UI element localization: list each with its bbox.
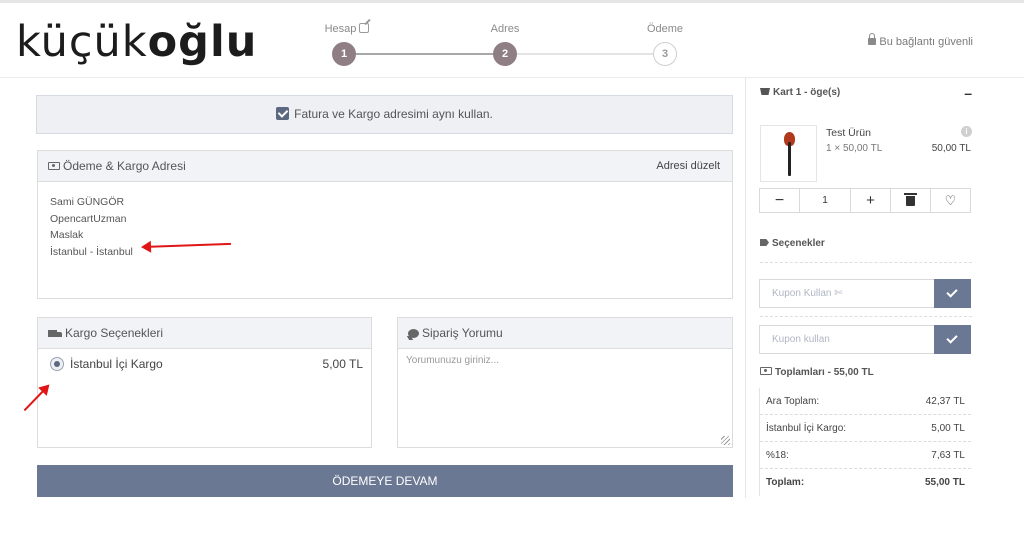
shipping-price: 5,00 TL [322,357,363,371]
radio-selected-icon[interactable] [50,357,64,371]
product-total: 50,00 TL [931,143,971,154]
comment-icon [408,329,419,338]
order-comment-header: Sipariş Yorumu [398,318,732,349]
checkout-header: küçükoğlu Hesap 1 Adres 2 Ödeme 3 Bu bağ… [0,3,1024,78]
totals-row-grand: Toplam: 55,00 TL [766,477,965,488]
order-comment-panel: Sipariş Yorumu [397,317,733,448]
coupon-form [759,279,971,308]
step-remaining-line [504,53,664,55]
step-number: 3 [653,42,677,66]
info-icon[interactable]: i [961,126,972,137]
continue-to-payment-button[interactable]: ÖDEMEYE DEVAM [37,465,733,497]
edit-address-link[interactable]: Adresi düzelt [656,151,720,182]
cart-icon [760,88,770,95]
coupon-input[interactable] [759,279,934,308]
lock-icon [868,33,877,45]
divider [760,316,972,317]
apply-voucher-button[interactable] [934,325,971,354]
address-panel-header: Ödeme & Kargo Adresi Adresi düzelt [38,151,732,182]
totals-row: Ara Toplam: 42,37 TL [760,388,971,415]
shipping-option[interactable]: İstanbul İçi Kargo 5,00 TL [38,349,371,379]
totals-row: İstanbul İçi Kargo: 5,00 TL [760,415,971,442]
order-comment-input[interactable] [398,349,732,446]
money-icon [760,367,772,375]
address-line: Maslak [50,229,84,241]
product-qty-price: 1 × 50,00 TL [826,143,883,154]
same-address-toggle[interactable]: Fatura ve Kargo adresimi aynı kullan. [36,95,733,134]
heart-icon: ♡ [944,193,957,208]
step-number: 2 [493,42,517,66]
options-header: Seçenekler [760,238,825,249]
step-address[interactable]: Adres 2 [482,21,528,66]
address-line: Sami GÜNGÖR [50,196,125,208]
decrease-quantity-button[interactable]: − [760,189,800,212]
divider [760,262,972,263]
step-progress-line [344,53,504,55]
step-account[interactable]: Hesap 1 [322,21,372,66]
address-panel: Ödeme & Kargo Adresi Adresi düzelt Sami … [37,150,733,299]
shipping-panel: Kargo Seçenekleri İstanbul İçi Kargo 5,0… [37,317,372,448]
step-payment: Ödeme 3 [642,21,688,66]
totals-table: Ara Toplam: 42,37 TL İstanbul İçi Kargo: 5… [759,388,971,496]
shipping-panel-header: Kargo Seçenekleri [38,318,371,349]
voucher-form [759,325,971,354]
quantity-stepper: − 1 + ♡ [759,188,971,213]
apply-coupon-button[interactable] [934,279,971,308]
address-line: OpencartUzman [50,212,127,225]
wishlist-button[interactable]: ♡ [931,189,970,212]
checkbox-checked-icon[interactable] [276,107,290,120]
remove-item-button[interactable] [891,189,931,212]
checkout-steps: Hesap 1 Adres 2 Ödeme 3 [322,3,702,78]
totals-header: Toplamları - 55,00 TL [760,367,874,378]
product-name[interactable]: Test Ürün [826,127,871,139]
quantity-value[interactable]: 1 [800,189,851,212]
voucher-input[interactable] [759,325,934,354]
brand-logo[interactable]: küçükoğlu [16,17,257,67]
money-icon [48,162,60,170]
step-number: 1 [332,42,356,66]
tags-icon [760,239,769,246]
increase-quantity-button[interactable]: + [851,189,891,212]
sidebar-divider [745,78,746,498]
trash-icon [904,193,917,206]
resize-handle[interactable] [721,436,730,445]
truck-icon [48,330,62,337]
secure-connection-notice: Bu bağlantı güvenli [868,33,973,48]
cart-header[interactable]: Kart 1 - öge(s) – [760,85,972,107]
product-image[interactable] [760,125,817,182]
totals-row: %18: 7,63 TL [760,442,971,469]
edit-icon [359,23,370,33]
collapse-icon[interactable]: – [964,85,972,101]
